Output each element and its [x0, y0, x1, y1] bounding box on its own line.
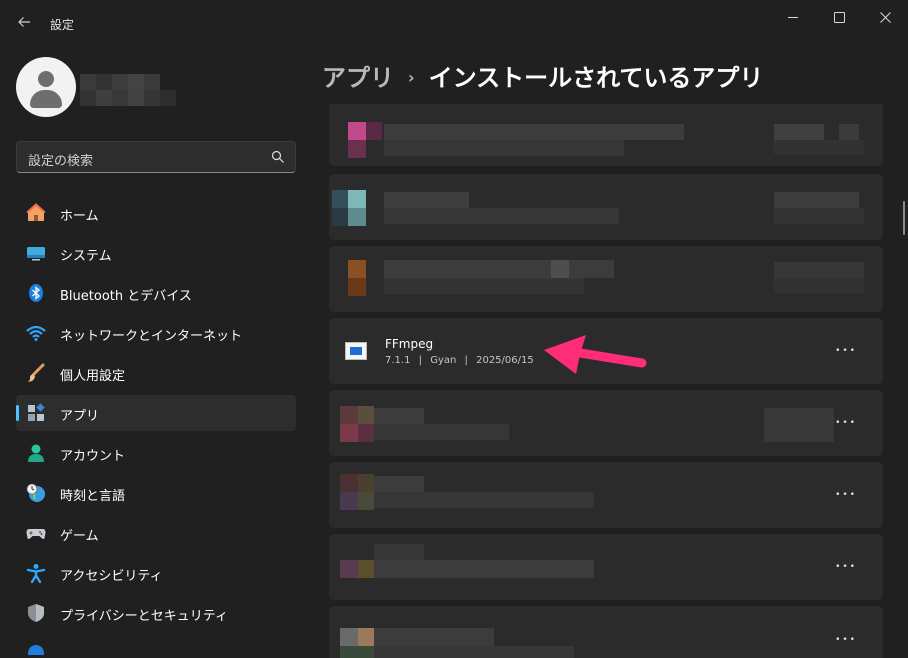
home-icon [26, 203, 46, 221]
sidebar-item-label: 個人用設定 [60, 369, 126, 384]
window-title: 設定 [50, 18, 75, 32]
more-options-button[interactable]: ••• [835, 632, 857, 648]
sidebar-item-label: ホーム [60, 209, 99, 224]
app-list-item-redacted[interactable] [329, 174, 883, 240]
close-button[interactable] [862, 4, 908, 30]
search-placeholder: 設定の検索 [28, 154, 94, 169]
brush-icon [27, 363, 45, 382]
sidebar-item-label: Bluetooth とデバイス [60, 289, 192, 304]
more-options-button[interactable]: ••• [835, 559, 857, 575]
sidebar-item-windows-update-partial[interactable] [16, 635, 296, 655]
sidebar-item-personalization[interactable]: 個人用設定 [16, 355, 296, 391]
app-version: 7.1.1 [385, 355, 411, 366]
sidebar-item-accessibility[interactable]: アクセシビリティ [16, 555, 296, 591]
app-list-item-redacted[interactable] [329, 104, 883, 166]
sidebar-item-privacy[interactable]: プライバシーとセキュリティ [16, 595, 296, 631]
app-install-date: 2025/06/15 [476, 355, 534, 366]
selection-indicator [16, 405, 19, 421]
app-details: 7.1.1 | Gyan | 2025/06/15 [385, 355, 534, 366]
sidebar-item-label: ネットワークとインターネット [60, 329, 243, 344]
minimize-button[interactable] [770, 4, 816, 30]
app-list-item-redacted[interactable]: ••• [329, 534, 883, 600]
shield-icon [28, 604, 44, 622]
close-icon [879, 11, 891, 23]
accessibility-icon [26, 564, 46, 583]
sidebar-item-label: プライバシーとセキュリティ [60, 609, 228, 624]
breadcrumb: アプリ › インストールされているアプリ [322, 58, 763, 93]
sidebar-nav: ホーム システム Bluetooth とデバイス ネットワークとインターネット … [16, 195, 296, 658]
monitor-icon [27, 247, 45, 261]
app-list-item-redacted[interactable]: ••• [329, 606, 883, 658]
back-button[interactable] [12, 10, 36, 34]
update-icon [28, 645, 44, 655]
more-options-button[interactable]: ••• [835, 415, 857, 431]
bluetooth-icon [29, 284, 43, 302]
app-list-item-redacted[interactable] [329, 246, 883, 312]
clock-globe-icon [26, 483, 45, 502]
maximize-button[interactable] [816, 4, 862, 30]
sidebar-item-label: アプリ [60, 409, 100, 424]
app-publisher: Gyan [430, 355, 457, 366]
search-input[interactable]: 設定の検索 [16, 141, 296, 173]
title-bar: 設定 [0, 0, 908, 44]
sidebar-item-apps[interactable]: アプリ [16, 395, 296, 431]
sidebar-item-label: アカウント [60, 449, 126, 464]
app-list-item-redacted[interactable]: ••• [329, 462, 883, 528]
sidebar-item-system[interactable]: システム [16, 235, 296, 271]
sidebar-item-gaming[interactable]: ゲーム [16, 515, 296, 551]
more-options-button[interactable]: ••• [835, 487, 857, 503]
details-separator: | [464, 355, 468, 366]
details-separator: | [418, 355, 423, 366]
sidebar-item-bluetooth[interactable]: Bluetooth とデバイス [16, 275, 296, 311]
annotation-arrow-icon [544, 335, 647, 374]
avatar[interactable] [16, 57, 76, 117]
apps-icon [28, 403, 45, 421]
app-list-item-redacted[interactable]: ••• [329, 390, 883, 456]
search-icon[interactable] [271, 150, 285, 164]
page-title: インストールされているアプリ [428, 64, 764, 92]
avatar-head [38, 71, 54, 87]
back-arrow-icon [18, 17, 30, 27]
user-name-redacted [80, 74, 180, 108]
sidebar-item-time-language[interactable]: 時刻と言語 [16, 475, 296, 511]
avatar-body [30, 90, 62, 108]
gamepad-icon [26, 529, 46, 539]
sidebar-item-label: 時刻と言語 [60, 489, 126, 504]
sidebar-item-home[interactable]: ホーム [16, 195, 296, 231]
sidebar-item-label: システム [60, 249, 112, 264]
sidebar-item-label: ゲーム [60, 529, 99, 544]
sidebar-item-accounts[interactable]: アカウント [16, 435, 296, 471]
breadcrumb-parent[interactable]: アプリ [322, 64, 394, 92]
sidebar-item-network[interactable]: ネットワークとインターネット [16, 315, 296, 351]
more-options-button[interactable]: ••• [835, 343, 857, 359]
wifi-icon [26, 325, 46, 341]
scrollbar-thumb[interactable] [903, 201, 905, 235]
app-name: FFmpeg [385, 337, 434, 351]
breadcrumb-separator: › [408, 68, 415, 87]
ffmpeg-app-icon [345, 342, 367, 360]
person-icon [28, 444, 44, 462]
sidebar-item-label: アクセシビリティ [60, 569, 163, 584]
